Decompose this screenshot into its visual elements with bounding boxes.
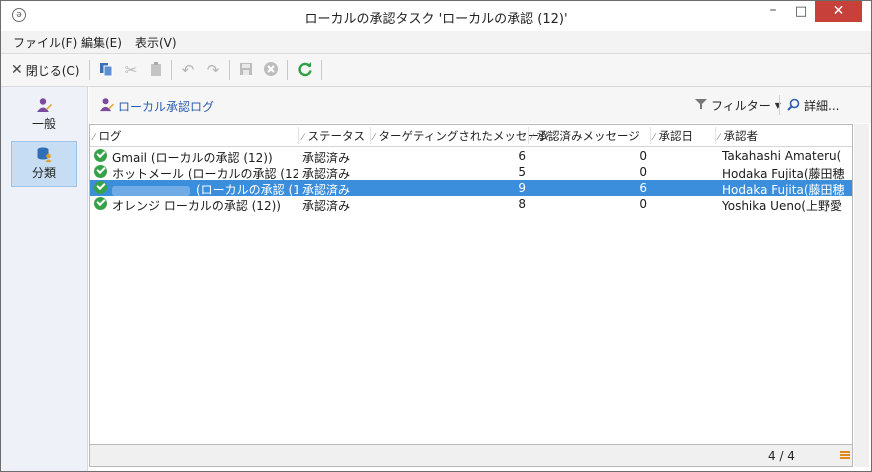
approved-check-icon bbox=[94, 181, 107, 194]
search-icon bbox=[787, 98, 800, 114]
column-header-status[interactable]: ⁄ ステータス bbox=[302, 128, 365, 144]
refresh-icon[interactable] bbox=[296, 61, 314, 79]
approved-cell: 6 bbox=[639, 181, 647, 195]
approver-cell: Takahashi Amateru( bbox=[722, 149, 842, 163]
approved-check-icon bbox=[94, 197, 107, 210]
column-divider[interactable] bbox=[715, 127, 716, 144]
window-title: ローカルの承認タスク 'ローカルの承認 (12)' bbox=[304, 12, 568, 27]
vertical-scrollbar[interactable] bbox=[854, 124, 869, 467]
content-area: ローカル承認ログ フィルター ▼ 詳細... ⁄ ログ ⁄ ステータス ⁄ ター… bbox=[89, 87, 871, 471]
database-user-icon bbox=[36, 146, 52, 162]
column-header-log-label: ログ bbox=[98, 129, 122, 143]
detail-label: 詳細... bbox=[804, 99, 840, 113]
approval-log-table: ⁄ ログ ⁄ ステータス ⁄ ターゲティングされたメッセージ ⁄ 承認済みメッセージ ⁄… bbox=[89, 124, 853, 445]
redo-icon[interactable]: ↷ bbox=[204, 61, 222, 79]
targeted-cell: 5 bbox=[518, 165, 526, 179]
table-row[interactable]: Gmail (ローカルの承認 (12)) 承認済み 6 0 Takahashi … bbox=[90, 148, 852, 165]
copy-icon[interactable] bbox=[97, 61, 115, 79]
table-row-selected[interactable]: (ローカルの承認 (12)) 承認済み 9 6 Hodaka Fujita(藤田… bbox=[90, 180, 852, 197]
approval-log-title-text: ローカル承認ログ bbox=[118, 99, 215, 114]
column-header-date[interactable]: ⁄ 承認日 bbox=[653, 128, 693, 144]
column-header-approved[interactable]: ⁄ 承認済みメッセージ bbox=[531, 128, 640, 144]
column-header-approved-label: 承認済みメッセージ bbox=[536, 129, 640, 143]
toolbar-separator bbox=[229, 60, 230, 80]
approver-cell: Yoshika Ueno(上野愛 bbox=[722, 199, 842, 213]
filter-button[interactable]: フィルター ▼ bbox=[695, 97, 781, 114]
row-count: 4 / 4 bbox=[768, 449, 795, 463]
column-header-targeted-label: ターゲティングされたメッセージ bbox=[378, 129, 551, 143]
column-header-log[interactable]: ⁄ ログ bbox=[93, 128, 122, 144]
table-row[interactable]: ホットメール (ローカルの承認 (12)) 承認済み 5 0 Hodaka Fu… bbox=[90, 164, 852, 181]
toolbar-separator bbox=[89, 60, 90, 80]
title-bar: ə ローカルの承認タスク 'ローカルの承認 (12)' – □ ✕ bbox=[1, 1, 871, 31]
toolbar-separator bbox=[171, 60, 172, 80]
user-edit-icon bbox=[36, 97, 52, 113]
redacted-text bbox=[112, 185, 190, 196]
column-header-approver[interactable]: ⁄ 承認者 bbox=[718, 128, 758, 144]
approved-check-icon bbox=[94, 165, 107, 178]
cancel-icon[interactable] bbox=[262, 61, 280, 79]
approved-cell: 0 bbox=[639, 165, 647, 179]
column-divider[interactable] bbox=[370, 127, 371, 144]
column-divider[interactable] bbox=[528, 127, 529, 144]
approved-cell: 0 bbox=[639, 197, 647, 211]
targeted-cell: 8 bbox=[518, 197, 526, 211]
column-header-approver-label: 承認者 bbox=[723, 129, 759, 143]
menu-bar: ファイル(F) 編集(E) 表示(V) bbox=[1, 31, 871, 54]
filter-label: フィルター bbox=[711, 99, 771, 113]
minimize-button[interactable]: – bbox=[759, 1, 787, 23]
detail-button[interactable]: 詳細... bbox=[787, 97, 839, 114]
user-edit-icon bbox=[99, 97, 114, 115]
close-window-button[interactable]: ✕ bbox=[815, 1, 862, 22]
cut-icon[interactable]: ✂ bbox=[122, 61, 140, 79]
toolbar-separator bbox=[321, 60, 322, 80]
save-icon[interactable] bbox=[237, 61, 255, 79]
menu-file[interactable]: ファイル(F) bbox=[13, 34, 77, 51]
column-header-targeted[interactable]: ⁄ ターゲティングされたメッセージ bbox=[373, 128, 550, 144]
approved-check-icon bbox=[94, 149, 107, 162]
toolbar-separator bbox=[287, 60, 288, 80]
menu-edit[interactable]: 編集(E) bbox=[81, 34, 122, 51]
column-divider[interactable] bbox=[298, 127, 299, 144]
table-status-bar: 4 / 4 bbox=[89, 445, 853, 467]
list-menu-icon[interactable] bbox=[840, 451, 850, 460]
table-row[interactable]: オレンジ ローカルの承認 (12)) 承認済み 8 0 Yoshika Ueno… bbox=[90, 196, 852, 213]
targeted-cell: 6 bbox=[518, 149, 526, 163]
nav-item-classification-label: 分類 bbox=[31, 166, 56, 180]
left-nav-panel: 一般 分類 bbox=[1, 87, 88, 471]
approval-log-title: ローカル承認ログ bbox=[99, 97, 214, 115]
filter-icon bbox=[695, 98, 707, 113]
approval-task-window: ə ローカルの承認タスク 'ローカルの承認 (12)' – □ ✕ ファイル(F… bbox=[0, 0, 872, 472]
targeted-cell: 9 bbox=[518, 181, 526, 195]
log-cell: オレンジ ローカルの承認 (12)) bbox=[112, 199, 281, 213]
content-toolbar: ローカル承認ログ フィルター ▼ 詳細... bbox=[89, 87, 871, 123]
undo-icon[interactable]: ↶ bbox=[179, 61, 197, 79]
column-header-status-label: ステータス bbox=[307, 129, 366, 143]
approved-cell: 0 bbox=[639, 149, 647, 163]
column-header-date-label: 承認日 bbox=[658, 129, 694, 143]
table-header: ⁄ ログ ⁄ ステータス ⁄ ターゲティングされたメッセージ ⁄ 承認済みメッセージ ⁄… bbox=[90, 125, 852, 147]
nav-item-general-label: 一般 bbox=[31, 117, 56, 131]
column-divider[interactable] bbox=[650, 127, 651, 144]
status-cell: 承認済み bbox=[302, 199, 351, 213]
close-button[interactable]: ✕ 閉じる(C) bbox=[11, 60, 79, 80]
log-cell-text: (ローカルの承認 (12)) bbox=[196, 183, 298, 197]
nav-item-classification[interactable]: 分類 bbox=[11, 141, 77, 187]
toolbar-separator bbox=[779, 95, 780, 115]
close-button-label: 閉じる(C) bbox=[25, 63, 80, 78]
nav-item-general[interactable]: 一般 bbox=[11, 93, 77, 139]
paste-icon[interactable] bbox=[147, 61, 165, 79]
main-toolbar: ✕ 閉じる(C) ✂ ↶ ↷ bbox=[1, 54, 871, 87]
menu-view[interactable]: 表示(V) bbox=[135, 34, 177, 51]
close-x-icon: ✕ bbox=[11, 62, 23, 78]
maximize-button[interactable]: □ bbox=[787, 1, 815, 23]
